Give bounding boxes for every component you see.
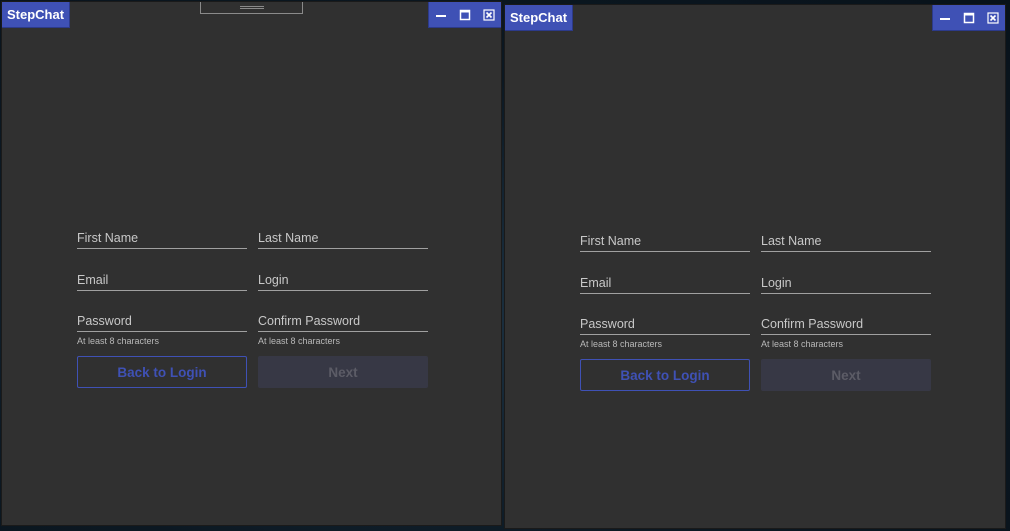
confirm-password-field[interactable]: Confirm Password At least 8 characters [258,310,428,350]
confirm-password-hint: At least 8 characters [258,336,341,346]
drag-handle-icon[interactable] [200,2,303,14]
first-name-field[interactable]: First Name [77,227,247,269]
stepchat-window-right: StepChat First Name Last Name Email Logi… [504,4,1006,529]
registration-form: First Name Last Name Email Login Passwor… [77,227,428,388]
email-underline [580,293,750,294]
minimize-icon [940,17,950,20]
login-underline [761,293,931,294]
login-label: Login [761,276,792,290]
maximize-icon [459,9,471,20]
login-underline [258,290,428,291]
login-field[interactable]: Login [258,269,428,310]
confirm-password-underline [761,334,931,335]
confirm-password-underline [258,331,428,332]
maximize-button[interactable] [957,5,981,30]
back-to-login-button[interactable]: Back to Login [580,359,750,391]
close-button[interactable] [477,2,501,27]
email-field[interactable]: Email [580,272,750,313]
email-label: Email [77,273,109,287]
password-label: Password [77,314,132,328]
close-icon [987,11,999,24]
last-name-underline [761,251,931,252]
app-title: StepChat [505,5,574,31]
app-title: StepChat [2,2,71,28]
close-icon [483,8,495,21]
last-name-field[interactable]: Last Name [258,227,428,269]
email-field[interactable]: Email [77,269,247,310]
confirm-password-label: Confirm Password [258,314,361,328]
password-underline [77,331,247,332]
password-underline [580,334,750,335]
close-button[interactable] [981,5,1005,30]
first-name-field[interactable]: First Name [580,230,750,272]
email-label: Email [580,276,612,290]
login-label: Login [258,273,289,287]
last-name-underline [258,248,428,249]
maximize-button[interactable] [453,2,477,27]
back-to-login-button[interactable]: Back to Login [77,356,247,388]
minimize-icon [436,14,446,17]
registration-form: First Name Last Name Email Login Passwor… [580,230,931,391]
first-name-underline [580,251,750,252]
password-field[interactable]: Password At least 8 characters [77,310,247,350]
password-field[interactable]: Password At least 8 characters [580,313,750,353]
first-name-label: First Name [77,231,139,245]
maximize-icon [963,12,975,23]
password-label: Password [580,317,635,331]
next-button[interactable]: Next [258,356,428,388]
email-underline [77,290,247,291]
password-hint: At least 8 characters [77,336,160,346]
desktop: StepChat First Name Last Name Email Logi… [0,0,1010,531]
minimize-button[interactable] [429,2,453,27]
password-hint: At least 8 characters [580,339,663,349]
confirm-password-field[interactable]: Confirm Password At least 8 characters [761,313,931,353]
last-name-field[interactable]: Last Name [761,230,931,272]
window-controls [932,5,1005,31]
next-button[interactable]: Next [761,359,931,391]
window-controls [428,2,501,28]
confirm-password-hint: At least 8 characters [761,339,844,349]
confirm-password-label: Confirm Password [761,317,864,331]
last-name-label: Last Name [258,231,319,245]
login-field[interactable]: Login [761,272,931,313]
minimize-button[interactable] [933,5,957,30]
first-name-label: First Name [580,234,642,248]
stepchat-window-left: StepChat First Name Last Name Email Logi… [1,1,502,526]
last-name-label: Last Name [761,234,822,248]
first-name-underline [77,248,247,249]
